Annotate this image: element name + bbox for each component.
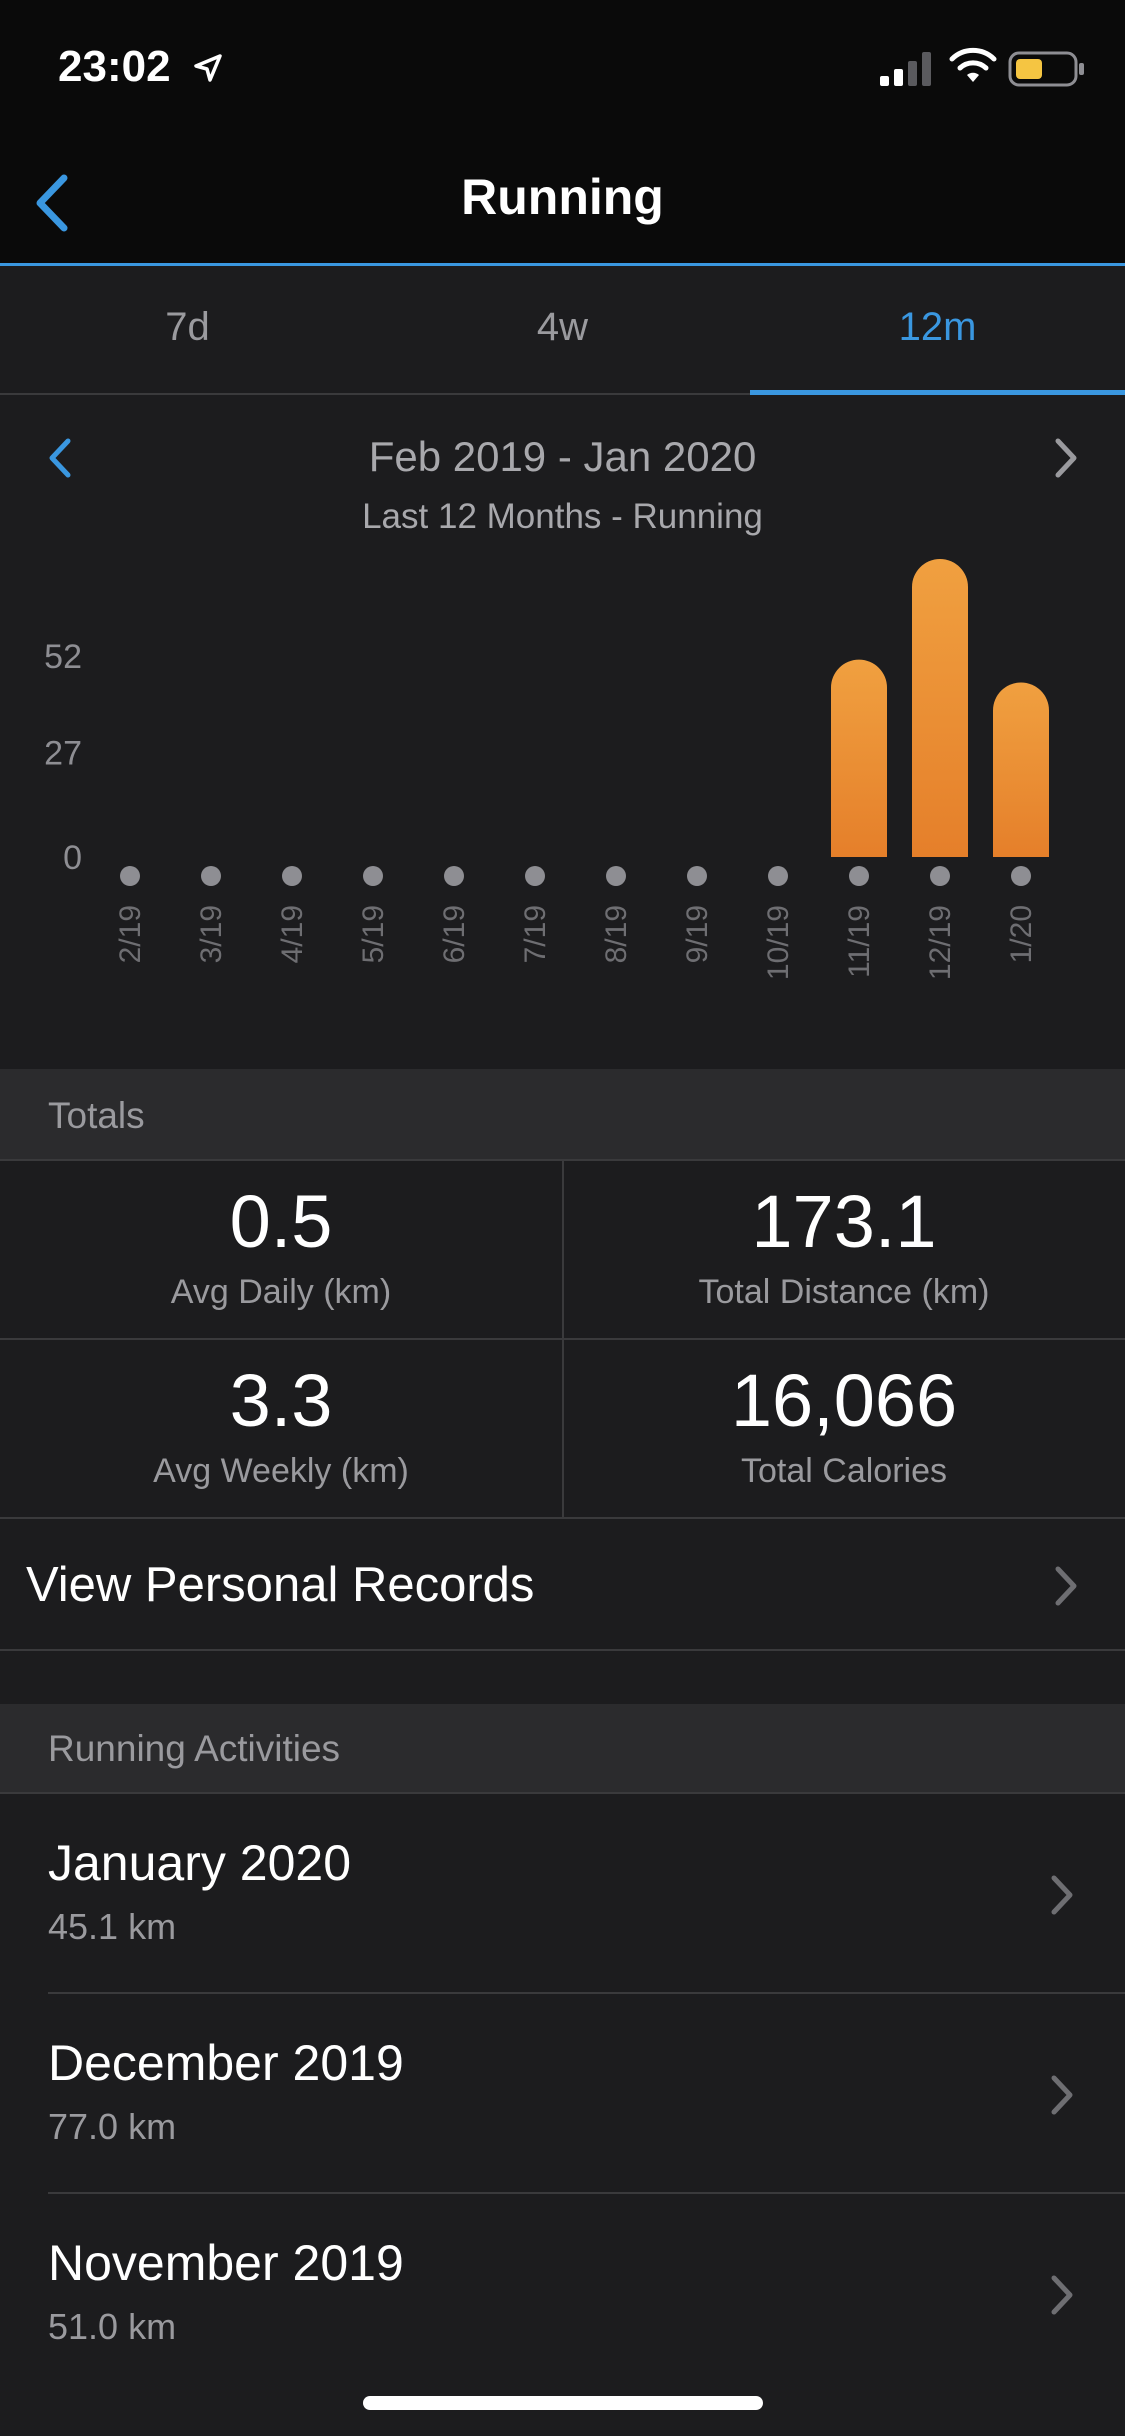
- section-spacer: [0, 1652, 1125, 1704]
- month-marker-dot: [363, 866, 383, 886]
- view-personal-records-row[interactable]: View Personal Records: [0, 1519, 1125, 1651]
- view-personal-records-label: View Personal Records: [26, 1558, 535, 1612]
- totals-divider: [562, 1161, 564, 1519]
- y-tick-label: 52: [44, 638, 82, 676]
- month-marker-dot: [525, 866, 545, 886]
- tab-4w[interactable]: 4w: [375, 269, 750, 395]
- period-range-title: Feb 2019 - Jan 2020: [368, 433, 757, 480]
- bar-1-20: [993, 682, 1049, 857]
- activity-month-distance: 77.0 km: [48, 2106, 177, 2147]
- activity-month-title: January 2020: [48, 1835, 352, 1891]
- location-arrow-icon: [194, 54, 222, 82]
- home-indicator: [363, 2396, 763, 2410]
- total-calories-label: Total Calories: [741, 1452, 947, 1490]
- month-marker-dot: [606, 866, 626, 886]
- total-distance-cell: 173.1 Total Distance (km): [563, 1161, 1125, 1340]
- month-marker-dot: [201, 866, 221, 886]
- total-distance-value: 173.1: [751, 1180, 937, 1263]
- running-activities-header-label: Running Activities: [48, 1728, 341, 1769]
- month-marker-dot: [444, 866, 464, 886]
- avg-weekly-label: Avg Weekly (km): [153, 1452, 409, 1490]
- next-period-chevron-icon[interactable]: [1046, 433, 1086, 483]
- y-tick-label: 0: [63, 839, 82, 877]
- cellular-signal-icon: [880, 52, 931, 86]
- totals-header-label: Totals: [48, 1095, 145, 1136]
- tab-12m[interactable]: 12m: [750, 269, 1125, 395]
- total-calories-value: 16,066: [730, 1359, 958, 1442]
- chevron-right-icon: [1051, 2275, 1073, 2315]
- navigation-bar: Running: [0, 140, 1125, 266]
- monthly-distance-chart: 0 27 52 2/19 3/19 4/19 5/19 6/19 7/19 8/19 9/19 10/…: [44, 559, 1049, 980]
- total-calories-cell: 16,066 Total Calories: [563, 1340, 1125, 1519]
- avg-daily-cell: 0.5 Avg Daily (km): [0, 1161, 562, 1340]
- x-tick-label: 8/19: [600, 905, 633, 963]
- x-tick-label: 9/19: [681, 905, 714, 963]
- x-tick-label: 7/19: [519, 905, 552, 963]
- chevron-right-icon: [1055, 1566, 1077, 1606]
- chevron-right-icon: [1051, 1875, 1073, 1915]
- status-bar: 23:02: [0, 0, 1125, 140]
- totals-grid: 0.5 Avg Daily (km) 173.1 Total Distance …: [0, 1161, 1125, 1519]
- x-tick-label: 4/19: [276, 905, 309, 963]
- running-activities-header: Running Activities: [0, 1704, 1125, 1794]
- month-marker-dot: [849, 866, 869, 886]
- tab-7d[interactable]: 7d: [0, 269, 375, 395]
- period-tabs: 7d 4w 12m: [0, 269, 1125, 395]
- activity-month-title: November 2019: [48, 2235, 404, 2291]
- activity-month-distance: 45.1 km: [48, 1906, 177, 1947]
- x-tick-label: 1/20: [1005, 905, 1038, 963]
- activity-month-title: December 2019: [48, 2035, 404, 2091]
- avg-weekly-value: 3.3: [229, 1359, 333, 1442]
- avg-daily-value: 0.5: [229, 1180, 333, 1263]
- x-tick-label: 2/19: [114, 905, 147, 963]
- wifi-icon: [949, 47, 997, 82]
- page-title: Running: [461, 169, 664, 225]
- y-tick-label: 27: [44, 735, 82, 773]
- month-marker-dot: [120, 866, 140, 886]
- x-tick-label: 11/19: [843, 905, 876, 978]
- battery-icon: [1008, 51, 1084, 87]
- chevron-right-icon: [1051, 2075, 1073, 2115]
- total-distance-label: Total Distance (km): [698, 1273, 990, 1311]
- x-tick-label: 3/19: [195, 905, 228, 963]
- bar-12-19: [912, 559, 968, 857]
- avg-weekly-cell: 3.3 Avg Weekly (km): [0, 1340, 562, 1519]
- x-tick-label: 6/19: [438, 905, 471, 963]
- status-time: 23:02: [58, 42, 171, 91]
- activity-row-december-2019[interactable]: December 2019 77.0 km: [0, 1994, 1125, 2194]
- month-marker-dot: [1011, 866, 1031, 886]
- month-marker-dot: [768, 866, 788, 886]
- month-marker-dot: [282, 866, 302, 886]
- month-marker-dot: [687, 866, 707, 886]
- month-marker-dot: [930, 866, 950, 886]
- x-tick-label: 12/19: [924, 905, 957, 980]
- avg-daily-label: Avg Daily (km): [170, 1273, 392, 1311]
- totals-header: Totals: [0, 1069, 1125, 1161]
- x-tick-label: 5/19: [357, 905, 390, 963]
- chart-section: Feb 2019 - Jan 2020 Last 12 Months - Run…: [0, 397, 1125, 1069]
- bar-11-19: [831, 659, 887, 857]
- activity-month-distance: 51.0 km: [48, 2306, 177, 2347]
- activity-row-january-2020[interactable]: January 2020 45.1 km: [0, 1794, 1125, 1994]
- x-tick-label: 10/19: [762, 905, 795, 980]
- period-subtitle: Last 12 Months - Running: [362, 497, 763, 536]
